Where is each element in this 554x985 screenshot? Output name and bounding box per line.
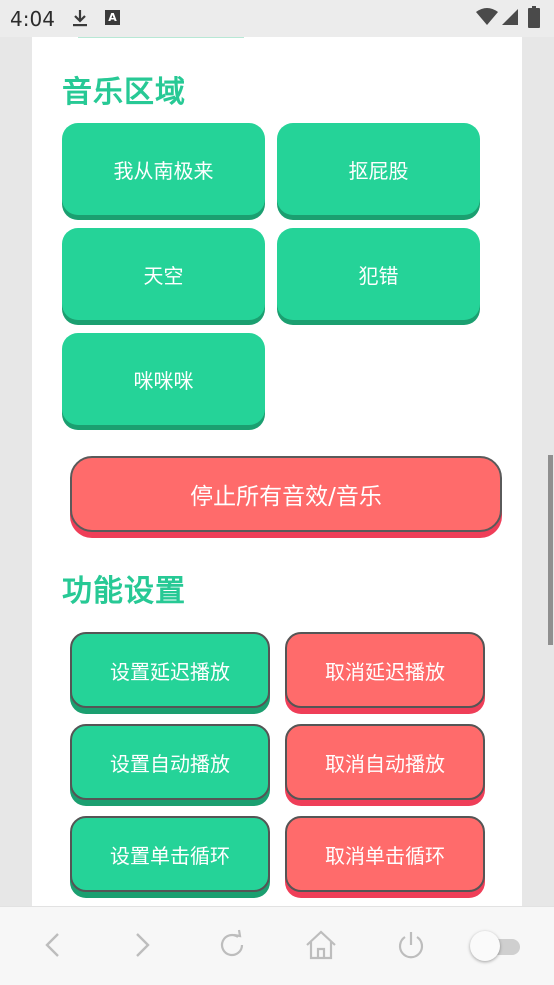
set-loop-button[interactable]: 设置单击循环 bbox=[70, 816, 270, 892]
forward-button[interactable] bbox=[124, 927, 160, 963]
forward-icon bbox=[136, 933, 150, 957]
cancel-delay-button[interactable]: 取消延迟播放 bbox=[285, 632, 485, 708]
content-card: 音乐区域 我从南极来 抠屁股 天空 犯错 咪咪咪 停止所有音效/音乐 功能设置 … bbox=[32, 37, 522, 907]
power-icon bbox=[398, 932, 424, 959]
toggle-switch[interactable] bbox=[470, 930, 522, 962]
music-button-2[interactable]: 抠屁股 bbox=[277, 123, 480, 215]
signal-icon bbox=[502, 9, 518, 25]
toggle-knob bbox=[470, 931, 500, 961]
scrollbar[interactable] bbox=[548, 455, 553, 645]
wifi-icon bbox=[476, 8, 498, 25]
status-bar: 4:04 A bbox=[0, 0, 554, 37]
set-delay-button[interactable]: 设置延迟播放 bbox=[70, 632, 270, 708]
battery-icon bbox=[528, 6, 540, 28]
music-button-4[interactable]: 犯错 bbox=[277, 228, 480, 320]
power-button[interactable] bbox=[393, 927, 429, 963]
cancel-loop-button[interactable]: 取消单击循环 bbox=[285, 816, 485, 892]
settings-section-title: 功能设置 bbox=[62, 574, 186, 609]
music-button-1[interactable]: 我从南极来 bbox=[62, 123, 265, 215]
back-button[interactable] bbox=[36, 927, 72, 963]
a-app-icon: A bbox=[105, 10, 120, 25]
back-icon bbox=[45, 933, 59, 957]
status-time: 4:04 bbox=[10, 7, 55, 31]
home-button[interactable] bbox=[303, 927, 339, 963]
home-icon bbox=[306, 930, 336, 960]
set-auto-play-button[interactable]: 设置自动播放 bbox=[70, 724, 270, 800]
music-section-title: 音乐区域 bbox=[62, 75, 186, 110]
cancel-auto-play-button[interactable]: 取消自动播放 bbox=[285, 724, 485, 800]
refresh-icon bbox=[220, 929, 244, 957]
download-icon bbox=[73, 10, 87, 27]
refresh-button[interactable] bbox=[214, 927, 250, 963]
stop-all-button[interactable]: 停止所有音效/音乐 bbox=[70, 456, 502, 532]
music-button-3[interactable]: 天空 bbox=[62, 228, 265, 320]
divider bbox=[78, 37, 244, 38]
music-button-5[interactable]: 咪咪咪 bbox=[62, 333, 265, 425]
